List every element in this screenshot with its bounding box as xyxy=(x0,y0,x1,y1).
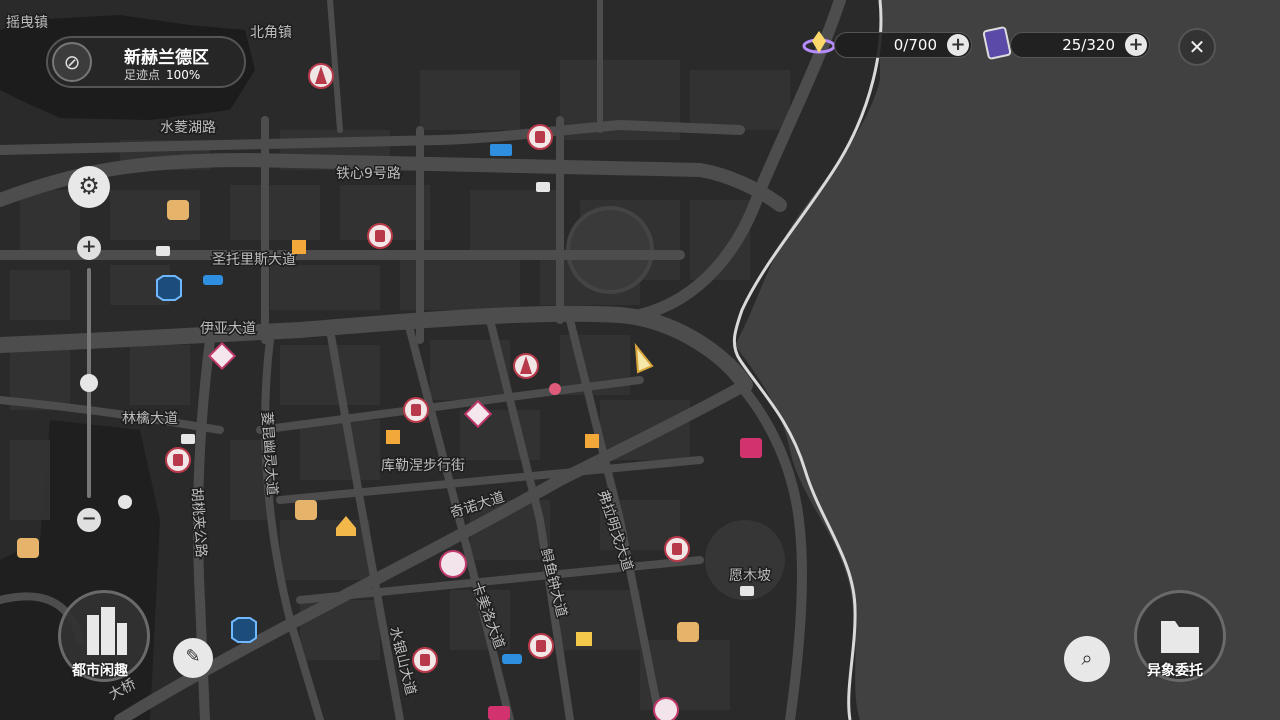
subway-icon[interactable] xyxy=(231,617,257,643)
label-shengtuoli: 圣托里斯大道 xyxy=(212,252,296,268)
label-yiya: 伊亚大道 xyxy=(200,321,256,337)
progress-value: 100% xyxy=(166,68,201,82)
label-tiexin9: 铁心9号路 xyxy=(336,166,401,182)
gift-icon[interactable] xyxy=(536,182,550,192)
landmark-tower-icon[interactable] xyxy=(513,353,539,379)
shop-poi-icon[interactable] xyxy=(367,223,393,249)
zoom-slider-thumb[interactable] xyxy=(80,374,98,392)
car-icon[interactable] xyxy=(502,654,522,664)
label-linqin: 林檎大道 xyxy=(122,410,178,427)
supply-box-icon[interactable] xyxy=(167,200,189,220)
resource-a-value: 0/700 xyxy=(893,36,937,54)
shop-poi-icon[interactable] xyxy=(165,447,191,473)
zoom-in-button[interactable]: + xyxy=(77,236,101,260)
supply-box-icon[interactable] xyxy=(17,538,39,558)
settings-button[interactable]: ⚙ xyxy=(68,166,110,208)
add-resource-a-button[interactable]: + xyxy=(947,34,969,56)
label-yaoguizhen: 摇曳镇 xyxy=(6,15,48,31)
shop-poi-icon[interactable] xyxy=(664,536,690,562)
label-kulesa: 库勒涅步行街 xyxy=(381,458,465,474)
notes-button[interactable]: ✎ xyxy=(173,638,213,678)
add-resource-b-button[interactable]: + xyxy=(1125,34,1147,56)
shop-poi-icon[interactable] xyxy=(403,397,429,423)
label-yumujiang: 愿木坡 xyxy=(729,568,771,584)
small-poi-icon[interactable] xyxy=(549,383,561,395)
city-fun-label: 都市闲趣 xyxy=(72,663,128,679)
region-progress: 足迹点 100% xyxy=(124,66,200,83)
region-info[interactable]: ⊘ 新赫兰德区 足迹点 100% xyxy=(46,36,246,88)
resource-bar-b: 25/320 + xyxy=(1010,32,1150,58)
close-icon: ✕ xyxy=(1188,35,1206,59)
shop-poi-icon[interactable] xyxy=(527,124,553,150)
label-beijiaozhen: 北角镇 xyxy=(250,25,292,41)
building-icon[interactable] xyxy=(292,240,306,254)
agent-face-icon[interactable] xyxy=(439,550,467,578)
map-search-icon: ⌕ xyxy=(1081,646,1093,670)
gear-icon: ⚙ xyxy=(78,172,100,200)
supply-box-icon[interactable] xyxy=(677,622,699,642)
car-icon[interactable] xyxy=(203,275,223,285)
region-name: 新赫兰德区 xyxy=(124,48,209,68)
label-shuilinghu: 水菱湖路 xyxy=(160,120,216,136)
resource-bar-a: 0/700 + xyxy=(834,32,972,58)
building-icon[interactable] xyxy=(386,430,400,444)
event-flag-icon[interactable] xyxy=(740,438,762,458)
resource-b-value: 25/320 xyxy=(1062,36,1115,54)
crystal-resource-icon xyxy=(802,31,836,54)
card-resource-icon xyxy=(982,26,1012,60)
supply-box-icon[interactable] xyxy=(295,500,317,520)
bank-icon[interactable] xyxy=(576,632,592,646)
building-icon[interactable] xyxy=(585,434,599,448)
close-button[interactable]: ✕ xyxy=(1178,28,1216,66)
compass-icon[interactable]: ⊘ xyxy=(52,42,92,82)
city-map[interactable]: 摇曳镇 北角镇 水菱湖路 铁心9号路 圣托里斯大道 伊亚大道 林檎大道 库勒涅步… xyxy=(0,0,1280,720)
subway-icon[interactable] xyxy=(156,275,182,301)
gift-icon[interactable] xyxy=(156,246,170,256)
repair-icon[interactable] xyxy=(490,144,512,156)
zoom-out-button[interactable]: − xyxy=(77,508,101,532)
bird-icon[interactable] xyxy=(118,495,132,509)
gift-icon[interactable] xyxy=(740,586,754,596)
landmark-tower-icon[interactable] xyxy=(308,63,334,89)
event-flag-icon[interactable] xyxy=(488,706,510,720)
map-search-button[interactable]: ⌕ xyxy=(1064,636,1110,682)
gift-icon[interactable] xyxy=(181,434,195,444)
agent-face-icon[interactable] xyxy=(653,697,679,720)
shop-poi-icon[interactable] xyxy=(528,633,554,659)
progress-label: 足迹点 xyxy=(124,68,161,82)
anomaly-commission-label: 异象委托 xyxy=(1147,663,1203,679)
shop-poi-icon[interactable] xyxy=(412,647,438,673)
notes-icon: ✎ xyxy=(185,646,201,667)
